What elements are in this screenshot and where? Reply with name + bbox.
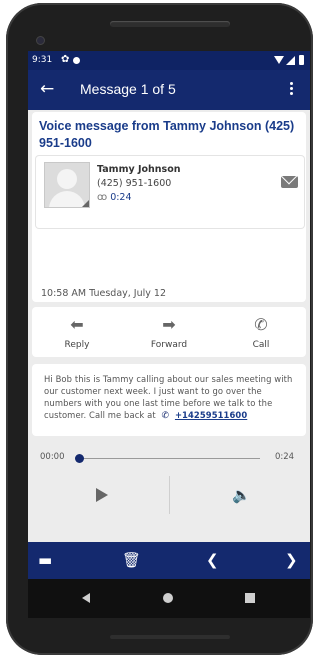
forward-icon: ➡: [162, 315, 176, 334]
battery-icon: [299, 55, 304, 65]
divider: [169, 476, 170, 514]
message-header-card: Voice message from Tammy Johnson (425) 9…: [32, 112, 306, 302]
phone-icon: ✆: [161, 411, 170, 421]
current-time: 00:00: [40, 452, 65, 462]
mail-icon[interactable]: [281, 176, 298, 188]
arrow-left-icon[interactable]: ←: [40, 79, 54, 99]
settings-icon: ✿: [61, 54, 70, 65]
bottom-toolbar: ▬ 🗑 ❮ ❯: [28, 542, 310, 579]
duration-value: 0:24: [110, 192, 132, 203]
nav-home-icon[interactable]: [163, 593, 173, 603]
phone-link[interactable]: +14259511600: [175, 410, 247, 420]
signal-icon: [286, 56, 295, 65]
forward-label: Forward: [150, 340, 188, 350]
call-label: Call: [252, 340, 270, 350]
total-time: 0:24: [275, 452, 295, 462]
screen: 9:31 ✿ ← Message 1 of 5 Voice message fr…: [28, 51, 310, 618]
system-nav-bar: [28, 579, 310, 618]
nav-recents-icon[interactable]: [245, 593, 255, 603]
earpiece: [110, 21, 230, 27]
seek-track[interactable]: [82, 458, 260, 459]
voicemail-icon: ꝏ: [97, 192, 108, 203]
reply-label: Reply: [64, 340, 90, 350]
phone-icon: ✆: [254, 315, 268, 334]
phone-frame: 9:31 ✿ ← Message 1 of 5 Voice message fr…: [6, 3, 313, 655]
folder-icon[interactable]: ▬: [38, 551, 52, 569]
action-bar: ⬅ Reply ➡ Forward ✆ Call: [32, 307, 306, 357]
wifi-icon: [274, 56, 284, 64]
nav-back-icon[interactable]: [82, 593, 90, 603]
status-bar: 9:31 ✿: [28, 51, 310, 70]
front-camera: [36, 36, 45, 45]
more-vert-icon[interactable]: [290, 82, 293, 97]
transcript: Hi Bob this is Tammy calling about our s…: [44, 373, 299, 422]
reply-icon: ⬅: [70, 315, 84, 334]
chevron-right-icon[interactable]: ❯: [285, 551, 298, 569]
page-title: Message 1 of 5: [80, 81, 176, 97]
contact-name: Tammy Johnson: [97, 164, 181, 175]
phone-chin: [110, 635, 230, 639]
speaker-icon[interactable]: 🔈: [232, 486, 251, 504]
app-bar: ← Message 1 of 5: [28, 70, 310, 110]
contact-card[interactable]: Tammy Johnson (425) 951-1600 ꝏ 0:24: [36, 156, 304, 228]
play-icon[interactable]: [96, 488, 108, 502]
chevron-left-icon[interactable]: ❮: [206, 551, 219, 569]
transcript-card: Hi Bob this is Tammy calling about our s…: [32, 364, 306, 436]
voicemail-duration: ꝏ 0:24: [97, 192, 132, 203]
notification-dot-icon: [73, 57, 80, 64]
contact-phone: (425) 951-1600: [97, 178, 172, 189]
call-button[interactable]: ✆ Call: [216, 307, 306, 357]
avatar: [44, 162, 90, 208]
status-time: 9:31: [32, 55, 53, 65]
forward-button[interactable]: ➡ Forward: [124, 307, 214, 357]
seek-handle[interactable]: [75, 454, 84, 463]
audio-player: 00:00 0:24 🔈: [28, 442, 310, 522]
message-title: Voice message from Tammy Johnson (425) 9…: [39, 119, 295, 150]
trash-icon[interactable]: 🗑: [122, 551, 141, 569]
reply-button[interactable]: ⬅ Reply: [32, 307, 122, 357]
message-datetime: 10:58 AM Tuesday, July 12: [41, 288, 166, 299]
